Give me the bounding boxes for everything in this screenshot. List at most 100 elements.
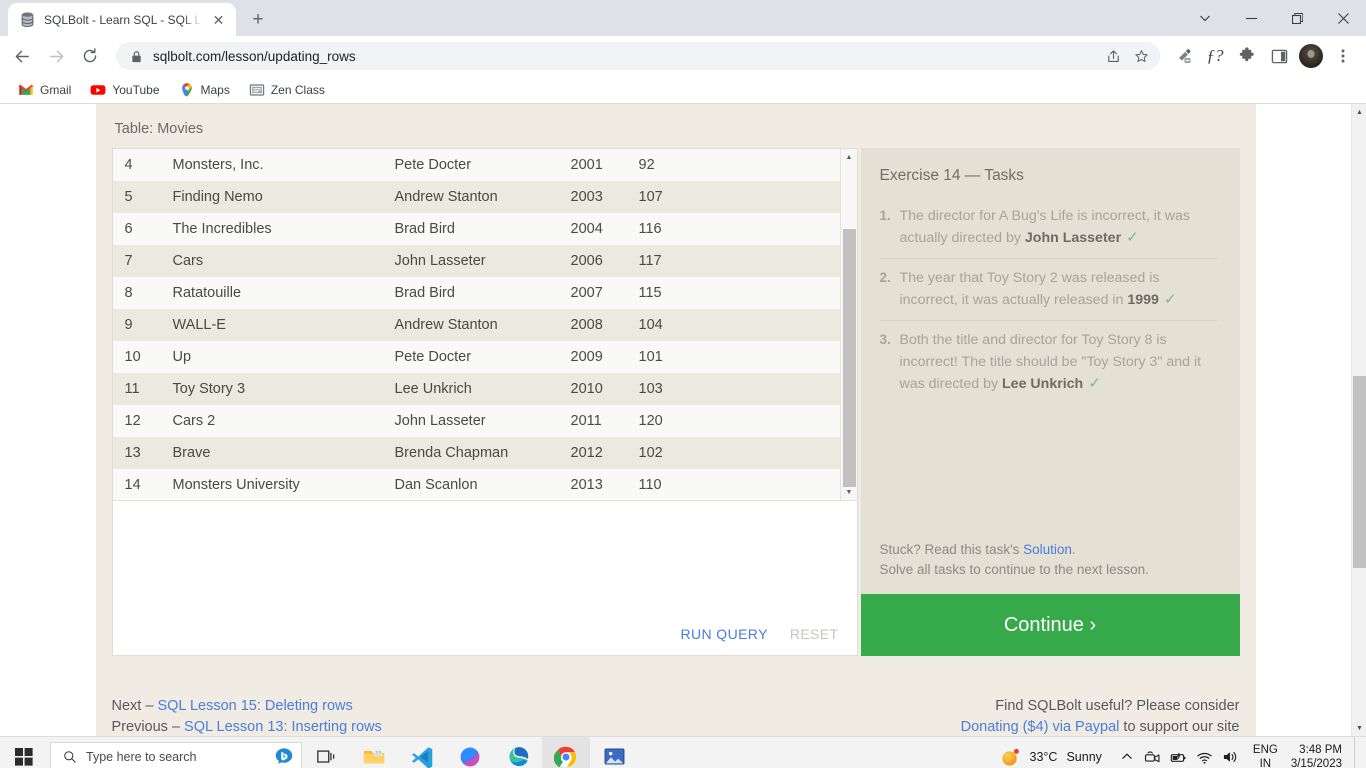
task-list: The director for A Bug's Life is incorre…: [879, 197, 1218, 404]
edge-icon[interactable]: [494, 737, 542, 768]
donate-link[interactable]: Donating ($4) via Paypal: [961, 719, 1120, 735]
back-button[interactable]: [6, 40, 38, 72]
results-scroll-down-icon[interactable]: ▼: [841, 484, 857, 500]
file-explorer-icon[interactable]: [350, 737, 398, 768]
tab-close-icon[interactable]: ✕: [210, 11, 227, 28]
taskbar-search[interactable]: [50, 741, 302, 768]
weather-sunny-icon: [1001, 748, 1019, 766]
share-icon[interactable]: [1100, 43, 1126, 69]
bookmark-zen-class[interactable]: Zen Class: [241, 79, 333, 101]
eyedropper-icon[interactable]: [1168, 41, 1198, 71]
meet-now-icon[interactable]: [1140, 737, 1166, 768]
clock[interactable]: 3:48 PM 3/15/2023: [1287, 743, 1354, 768]
donation-note: Find SQLBolt useful? Please consider Don…: [961, 696, 1240, 736]
table-cell-id: 9: [112, 309, 161, 341]
page-content-column: Table: Movies 4 Monsters, Inc. Pete Docter…: [95, 104, 1256, 736]
exercise-area: Table: Movies 4 Monsters, Inc. Pete Docter…: [111, 121, 1240, 681]
side-panel-icon[interactable]: [1264, 41, 1294, 71]
table-cell-year: 2012: [558, 437, 627, 469]
table-cell-title: Monsters, Inc.: [160, 149, 383, 181]
window-minimize-button[interactable]: [1228, 0, 1274, 36]
chrome-icon[interactable]: [542, 736, 590, 768]
table-cell-id: 10: [112, 341, 161, 373]
page-viewport: Table: Movies 4 Monsters, Inc. Pete Docter…: [0, 104, 1366, 736]
new-tab-button[interactable]: +: [244, 5, 272, 33]
table-cell-title: Monsters University: [160, 469, 383, 500]
table-cell-director: Brad Bird: [382, 213, 559, 245]
bookmark-gmail[interactable]: Gmail: [10, 79, 79, 101]
reset-button[interactable]: RESET: [790, 626, 839, 642]
input-language-indicator[interactable]: ENG IN: [1244, 743, 1287, 768]
bing-chat-icon[interactable]: [273, 746, 295, 768]
table-cell-length_minutes: 107: [626, 181, 857, 213]
vscode-icon[interactable]: [398, 737, 446, 768]
table-cell-title: Up: [160, 341, 383, 373]
page-scrollbar[interactable]: ▲ ▼: [1351, 104, 1366, 736]
profile-avatar[interactable]: [1299, 44, 1323, 68]
results-table-container[interactable]: 4 Monsters, Inc. Pete Docter 2001 92 5 Finding…: [112, 149, 857, 501]
volume-icon[interactable]: [1218, 737, 1244, 768]
table-cell-length_minutes: 115: [626, 277, 857, 309]
prev-prefix: Previous –: [111, 719, 185, 735]
table-cell-length_minutes: 101: [626, 341, 857, 373]
table-row: 14 Monsters University Dan Scanlon 2013 110: [112, 469, 857, 500]
query-panel: 4 Monsters, Inc. Pete Docter 2001 92 5 Finding…: [111, 148, 858, 656]
table-cell-id: 4: [112, 149, 161, 181]
task-view-icon[interactable]: [302, 737, 350, 768]
solution-link[interactable]: Solution: [1023, 542, 1072, 557]
page-scroll-thumb[interactable]: [1353, 376, 1366, 568]
page-scroll-up-icon[interactable]: ▲: [1352, 104, 1366, 120]
window-close-button[interactable]: [1320, 0, 1366, 36]
photos-icon[interactable]: [590, 737, 638, 768]
table-row: 8 Ratatouille Brad Bird 2007 115: [112, 277, 857, 309]
windows-start-icon[interactable]: [0, 737, 48, 768]
editor-actions: RUN QUERY RESET: [662, 613, 856, 655]
forward-button[interactable]: [40, 40, 72, 72]
address-bar[interactable]: sqlbolt.com/lesson/updating_rows: [116, 42, 1160, 70]
reload-button[interactable]: [74, 40, 106, 72]
bookmark-youtube[interactable]: YouTube: [82, 79, 167, 101]
chrome-menu-icon[interactable]: [1328, 41, 1358, 71]
task-answer: Lee Unkrich: [1002, 376, 1084, 392]
table-cell-id: 5: [112, 181, 161, 213]
next-lesson-link[interactable]: SQL Lesson 15: Deleting rows: [157, 698, 352, 714]
tray-expand-chevron-icon[interactable]: [1114, 737, 1140, 768]
browser-tab[interactable]: SQLBolt - Learn SQL - SQL Lesson 14: Upd…: [8, 3, 236, 36]
table-cell-title: Cars 2: [160, 405, 383, 437]
table-cell-director: Pete Docter: [382, 149, 559, 181]
results-scrollbar[interactable]: ▲ ▼: [839, 149, 857, 500]
table-row: 5 Finding Nemo Andrew Stanton 2003 107: [112, 181, 857, 213]
wifi-icon[interactable]: [1192, 737, 1218, 768]
stuck-suffix: .: [1071, 542, 1076, 557]
bookmark-star-icon[interactable]: [1128, 43, 1154, 69]
table-cell-year: 2001: [558, 149, 627, 181]
bookmark-label: Maps: [200, 82, 230, 97]
task-complete-check-icon: ✓: [1163, 291, 1177, 308]
table-cell-length_minutes: 116: [626, 213, 857, 245]
run-query-button[interactable]: RUN QUERY: [680, 626, 767, 642]
weather-widget[interactable]: 33°C Sunny: [992, 747, 1114, 768]
search-input[interactable]: [86, 749, 264, 764]
table-cell-director: John Lasseter: [382, 245, 559, 277]
continue-button[interactable]: Continue ›: [860, 594, 1240, 656]
task-complete-check-icon: ✓: [1088, 375, 1101, 392]
sql-editor[interactable]: RUN QUERY RESET: [112, 501, 857, 655]
previous-lesson-link[interactable]: SQL Lesson 13: Inserting rows: [184, 719, 382, 735]
donate-suffix: to support our site: [1119, 719, 1240, 735]
window-maximize-button[interactable]: [1274, 0, 1320, 36]
youtube-icon: [90, 84, 106, 95]
task-complete-check-icon: ✓: [1126, 229, 1139, 246]
table-cell-id: 14: [112, 469, 161, 500]
tab-search-chevron-icon[interactable]: [1182, 0, 1228, 36]
table-cell-length_minutes: 117: [626, 245, 857, 277]
table-row: 4 Monsters, Inc. Pete Docter 2001 92: [112, 149, 857, 181]
results-scroll-up-icon[interactable]: ▲: [841, 149, 857, 166]
page-scroll-down-icon[interactable]: ▼: [1352, 720, 1366, 736]
extensions-puzzle-icon[interactable]: [1232, 41, 1262, 71]
microsoft-365-icon[interactable]: [446, 737, 494, 768]
fonts-extension-icon[interactable]: ƒ?: [1200, 41, 1230, 71]
show-desktop-button[interactable]: [1354, 737, 1360, 768]
results-scroll-thumb[interactable]: [842, 229, 856, 487]
battery-icon[interactable]: [1166, 737, 1192, 768]
bookmark-maps[interactable]: Maps: [171, 79, 238, 101]
